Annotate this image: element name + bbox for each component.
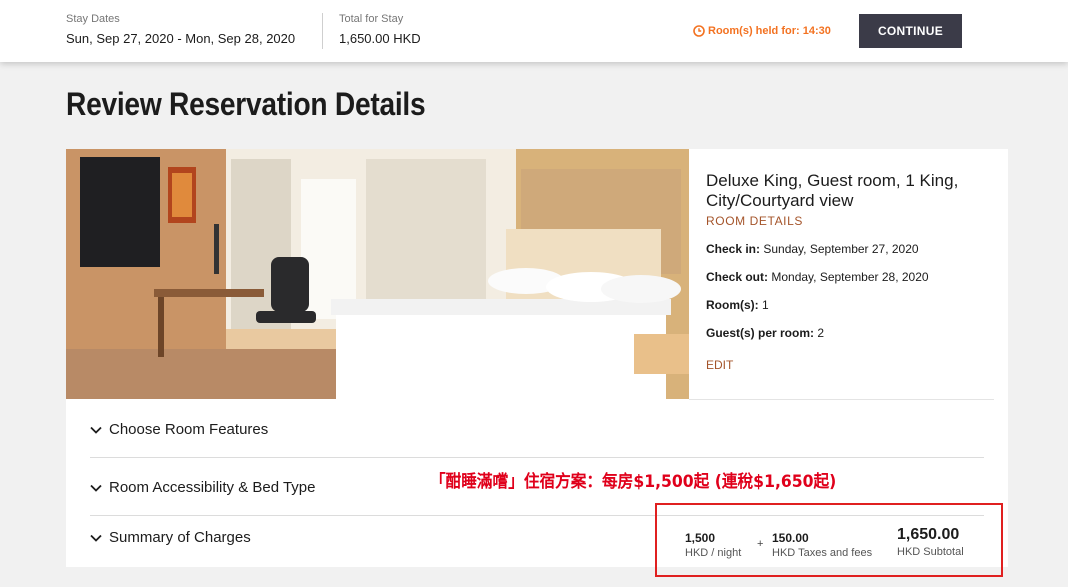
room-photo — [66, 149, 689, 399]
guests-label: Guest(s) per room: — [706, 326, 815, 340]
check-in-value: Sunday, September 27, 2020 — [763, 242, 919, 256]
room-features-toggle[interactable]: Choose Room Features — [90, 421, 984, 438]
check-out-row: Check out: Monday, September 28, 2020 — [706, 270, 1001, 284]
total-for-stay: Total for Stay 1,650.00 HKD — [339, 13, 421, 46]
rooms-label: Room(s): — [706, 298, 759, 312]
chevron-down-icon — [90, 484, 102, 492]
chevron-down-icon — [90, 534, 102, 542]
reservation-header: Stay Dates Sun, Sep 27, 2020 - Mon, Sep … — [0, 0, 1068, 62]
check-in-row: Check in: Sunday, September 27, 2020 — [706, 242, 1001, 256]
nightly-rate-caption: HKD / night — [685, 547, 742, 559]
divider — [90, 457, 984, 458]
check-out-value: Monday, September 28, 2020 — [771, 270, 929, 284]
taxes-caption: HKD Taxes and fees — [772, 547, 873, 559]
charges-summary: 1,500 HKD / night + 150.00 HKD Taxes and… — [655, 503, 1003, 577]
total-value: 1,650.00 HKD — [339, 31, 421, 46]
check-out-label: Check out: — [706, 270, 769, 284]
rooms-value: 1 — [762, 298, 769, 312]
divider — [689, 399, 994, 400]
rooms-row: Room(s): 1 — [706, 298, 1001, 312]
summary-of-charges-label: Summary of Charges — [109, 529, 251, 546]
nightly-rate: 1,500 HKD / night — [685, 531, 741, 559]
chevron-down-icon — [90, 426, 102, 434]
room-info: Deluxe King, Guest room, 1 King, City/Co… — [706, 171, 1001, 372]
header-divider — [322, 13, 323, 49]
room-details-link[interactable]: ROOM DETAILS — [706, 214, 1001, 228]
room-photo-illustration — [66, 149, 689, 399]
room-features-label: Choose Room Features — [109, 421, 269, 438]
subtotal-value: 1,650.00 — [897, 526, 960, 543]
clock-icon — [693, 25, 705, 37]
page-title: Review Reservation Details — [66, 86, 426, 122]
guests-row: Guest(s) per room: 2 — [706, 326, 1001, 340]
promo-text: 「酣睡滿嚐」住宿方案：每房$1,500起 (連稅$1,650起) — [430, 472, 837, 492]
subtotal-caption: HKD Subtotal — [897, 546, 964, 558]
continue-button[interactable]: CONTINUE — [859, 14, 962, 48]
edit-link[interactable]: EDIT — [706, 358, 1001, 372]
subtotal: 1,650.00 HKD Subtotal — [897, 526, 964, 558]
plus-sign: + — [757, 538, 764, 550]
nightly-rate-value: 1,500 — [685, 531, 716, 545]
guests-value: 2 — [817, 326, 825, 340]
total-label: Total for Stay — [339, 13, 404, 25]
stay-dates: Stay Dates Sun, Sep 27, 2020 - Mon, Sep … — [66, 13, 295, 46]
room-name: Deluxe King, Guest room, 1 King, City/Co… — [706, 171, 959, 210]
taxes-and-fees: 150.00 HKD Taxes and fees — [772, 531, 872, 559]
hold-text: Room(s) held for: 14:30 — [708, 25, 831, 37]
accessibility-label: Room Accessibility & Bed Type — [109, 479, 316, 496]
taxes-value: 150.00 — [772, 531, 809, 545]
stay-dates-label: Stay Dates — [66, 13, 120, 25]
room-hold-timer: Room(s) held for: 14:30 — [693, 25, 831, 37]
check-in-label: Check in: — [706, 242, 761, 256]
stay-dates-value: Sun, Sep 27, 2020 - Mon, Sep 28, 2020 — [66, 31, 296, 46]
